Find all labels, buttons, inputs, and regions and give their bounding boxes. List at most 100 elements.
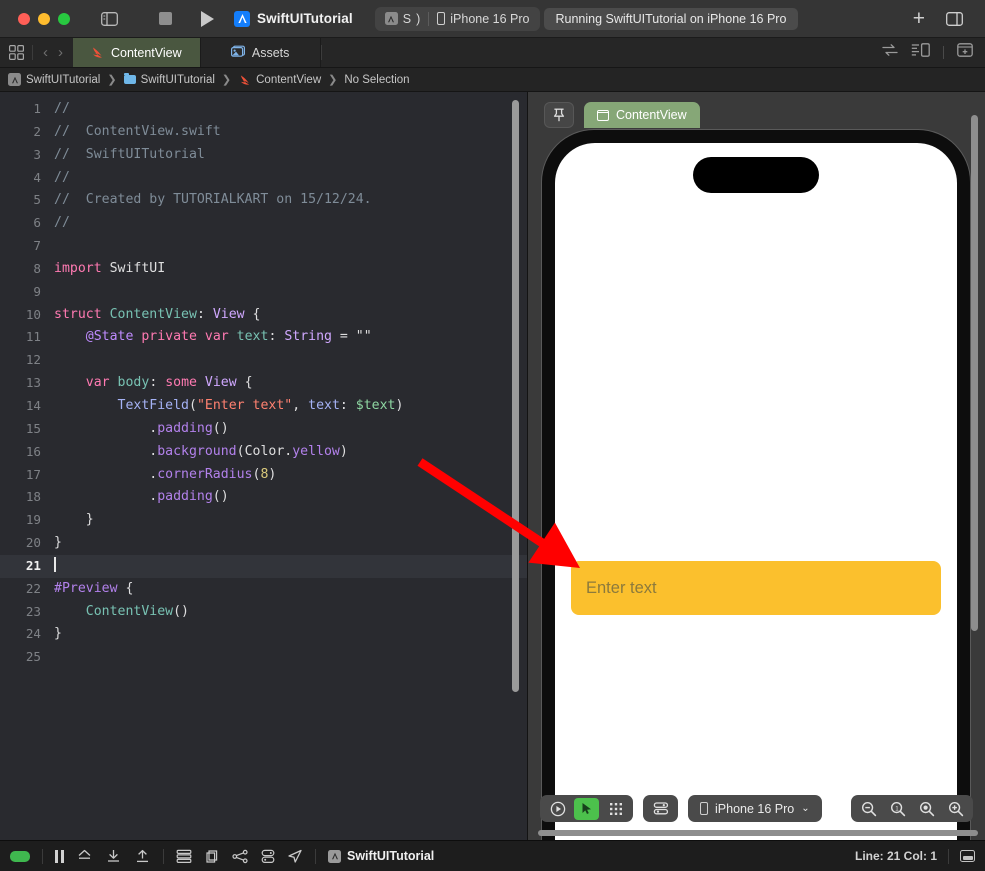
code-line[interactable]: 24} [0,623,528,646]
code-line[interactable]: 23 ContentView() [0,601,528,624]
line-text: } [54,535,62,551]
code-line[interactable]: 1 // [0,98,528,121]
textfield-placeholder: Enter text [586,578,657,597]
zoom-100-button[interactable] [914,798,939,820]
zoom-window-button[interactable] [58,12,70,25]
memory-graph-icon[interactable] [176,849,192,864]
workarea: 1 // 2 // ContentView.swift 3 // SwiftUITutor… [0,92,985,840]
line-text: ContentView() [85,603,189,619]
code-line[interactable]: 22 #Preview { [0,578,528,601]
line-number: 6 [33,215,41,231]
code-line[interactable]: 2 // ContentView.swift [0,121,528,144]
view-hierarchy-icon[interactable] [204,849,220,864]
preview-zoom-group: 1 [851,795,973,822]
editor-vertical-scrollbar[interactable] [512,100,519,692]
line-text: } [54,512,94,528]
pin-icon[interactable] [544,102,574,128]
record-green-chip[interactable] [10,850,30,862]
debug-workflow-icon[interactable] [232,849,249,864]
scheme-button[interactable]: S ) [377,8,429,30]
tab-contentview[interactable]: ContentView [73,38,201,67]
code-line[interactable]: 11 @State private var text: String = "" [0,326,528,349]
code-line[interactable]: 5 // Created by TUTORIALKART on 15/12/24. [0,189,528,212]
code-line[interactable]: 6 // [0,212,528,235]
zoom-fit-button[interactable]: 1 [885,798,910,820]
breadcrumb-item-file[interactable]: ContentView [238,73,321,86]
breadcrumb-item-selection[interactable]: No Selection [344,74,409,86]
text-cursor [54,556,56,572]
debug-area-toggle-icon[interactable] [960,850,975,862]
step-out-icon[interactable] [134,849,151,864]
code-line[interactable]: 10 struct ContentView: View { [0,304,528,327]
device-screen[interactable]: Enter text [555,143,957,840]
tab-grid-icon[interactable] [0,38,32,67]
zoom-out-button[interactable] [856,798,881,820]
statusbar-scheme-chip[interactable]: SwiftUITutorial [328,849,434,863]
code-lines[interactable]: 1 // 2 // ContentView.swift 3 // SwiftUITutor… [0,92,528,669]
code-line[interactable]: 4 // [0,167,528,190]
add-editor-icon[interactable] [957,43,973,62]
breadcrumb-item-project[interactable]: SwiftUITutorial [8,73,100,86]
step-into-icon[interactable] [105,849,122,864]
editor-tabbar: ‹ › ContentView Assets [0,38,985,68]
line-number: 18 [25,489,41,505]
preview-device-picker[interactable]: iPhone 16 Pro ⌄ [688,795,822,822]
code-line[interactable]: 19 } [0,509,528,532]
assets-catalog-icon [230,45,245,60]
device-settings-button[interactable] [648,798,673,820]
code-line[interactable]: 3 // SwiftUITutorial [0,144,528,167]
live-preview-play-button[interactable] [545,798,570,820]
code-line[interactable]: 25 [0,646,528,669]
minimap-icon[interactable] [911,43,930,62]
preview-textfield[interactable]: Enter text [571,561,941,615]
nav-forward-icon[interactable]: › [54,45,67,60]
code-line[interactable]: 18 .padding() [0,486,528,509]
code-line[interactable]: 8 import SwiftUI [0,258,528,281]
code-line[interactable]: 15 .padding() [0,418,528,441]
add-editor-plus-button[interactable]: + [913,8,925,29]
tab-assets[interactable]: Assets [201,38,321,67]
run-play-icon[interactable] [192,6,222,32]
preview-device-name: iPhone 16 Pro [715,801,795,816]
close-window-button[interactable] [18,12,30,25]
statusbar-divider [42,848,43,864]
line-text: // [54,101,70,116]
breadcrumb-item-group[interactable]: SwiftUITutorial [123,72,215,86]
code-line[interactable]: 20} [0,532,528,555]
zoom-in-button[interactable] [943,798,968,820]
code-line[interactable]: 16 .background(Color.yellow) [0,441,528,464]
line-number: 24 [25,626,41,642]
nav-back-icon[interactable]: ‹ [39,45,52,60]
canvas-horizontal-scrollbar[interactable] [538,830,978,836]
preview-canvas[interactable]: ContentView Enter text iPhone 16 Pro ⌄ 1 [528,92,985,840]
stop-icon[interactable] [150,6,180,32]
minimize-window-button[interactable] [38,12,50,25]
code-line[interactable]: 13 var body: some View { [0,372,528,395]
code-line[interactable]: 7 [0,235,528,258]
preview-name-pill[interactable]: ContentView [584,102,700,128]
location-icon[interactable] [287,849,303,864]
pause-icon[interactable] [55,849,64,863]
activity-status-view[interactable]: Running SwiftUITutorial on iPhone 16 Pro [543,7,799,30]
left-sidebar-toggle-icon[interactable] [94,6,124,32]
line-text: .background(Color.yellow) [54,443,348,459]
code-line[interactable]: 17 .cornerRadius(8) [0,464,528,487]
line-number: 3 [33,146,41,162]
code-line[interactable]: 9 [0,281,528,304]
code-line[interactable]: 21 [0,554,528,578]
editor-nav-arrows: ‹ › [33,38,73,67]
destination-button[interactable]: iPhone 16 Pro [429,8,537,30]
line-text: // Created by TUTORIALKART on 15/12/24. [54,192,372,208]
code-line[interactable]: 12 [0,349,528,372]
line-text: } [54,626,62,642]
canvas-vertical-scrollbar[interactable] [971,115,978,631]
step-over-icon[interactable] [76,849,93,864]
source-editor[interactable]: 1 // 2 // ContentView.swift 3 // SwiftUITutor… [0,92,528,840]
line-number: 11 [25,329,41,345]
code-compare-icon[interactable] [882,43,898,62]
right-sidebar-toggle-icon[interactable] [939,6,969,32]
code-line[interactable]: 14 TextField("Enter text", text: $text) [0,395,528,418]
database-icon[interactable] [261,849,275,864]
variants-grid-button[interactable] [603,798,628,820]
selectable-cursor-button[interactable] [574,797,599,820]
